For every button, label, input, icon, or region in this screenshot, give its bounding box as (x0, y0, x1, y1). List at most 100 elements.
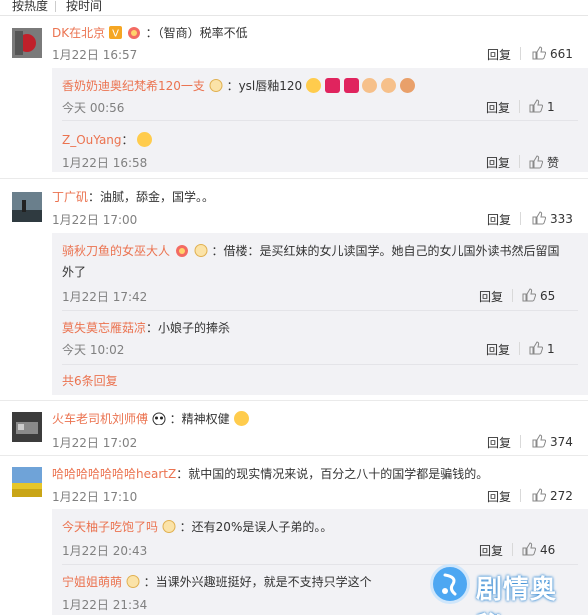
avatar[interactable] (12, 192, 42, 222)
comment-text: ：就中国的现实情况来说，百分之八十的国学都是骗钱的。 (176, 467, 489, 481)
reply-button[interactable]: 回复 (479, 288, 503, 305)
reply-button[interactable]: 回复 (487, 434, 511, 451)
reply-item: 骑秋刀鱼的女巫大人 ：借楼：是买红妹的女儿读国学。她自己的女儿国外读书然后留国 … (52, 233, 588, 311)
avatar[interactable] (12, 412, 42, 442)
view-more-replies-link[interactable]: 共6条回复 (62, 372, 118, 389)
reply-item: 今天柚子吃饱了吗 ：还有20%是误人子弟的。。 1月22日 20:43 回复 4… (52, 509, 588, 563)
comment-item: 丁广矶：油腻，舔金，国学。。 1月22日 17:00 回复 333 骑秋刀鱼的女… (0, 178, 588, 400)
action-divider (520, 212, 521, 225)
vip-badge-icon (209, 79, 223, 95)
action-divider (520, 435, 521, 448)
reply-username[interactable]: 香奶奶迪奥纪梵希120一支 (62, 79, 205, 93)
reply-time: 1月22日 17:42 (62, 290, 148, 304)
reply-item: Z_OuYang： 1月22日 16:58 回复 赞 (52, 120, 588, 172)
like-button[interactable]: 661 (532, 46, 573, 61)
comment-time: 1月22日 17:00 (52, 213, 138, 227)
reply-button[interactable]: 回复 (486, 154, 510, 171)
comment-item: DK在北京 V ：（智商）税率不低 1月22日 16:57 回复 661 香奶奶… (0, 16, 588, 186)
comment-time: 1月22日 16:57 (52, 48, 138, 62)
reply-content: 骑秋刀鱼的女巫大人 ：借楼：是买红妹的女儿读国学。她自己的女儿国外读书然后留国 (62, 242, 560, 260)
reply-list: 骑秋刀鱼的女巫大人 ：借楼：是买红妹的女儿读国学。她自己的女儿国外读书然后留国 … (52, 233, 588, 395)
reply-content: 宁姐姐萌萌 ：当课外兴趣班挺好，就是不支持只学这个 (62, 573, 372, 591)
like-count: 1 (547, 342, 555, 356)
like-button[interactable]: 65 (522, 288, 555, 303)
reply-username[interactable]: 莫失莫忘雁菇凉 (62, 321, 146, 335)
action-divider (519, 155, 520, 168)
reply-time: 今天 00:56 (62, 101, 125, 115)
like-button[interactable]: 272 (532, 488, 573, 503)
reply-button[interactable]: 回复 (479, 542, 503, 559)
action-divider (512, 543, 513, 556)
sort-by-time-tab[interactable]: 按时间 (66, 0, 102, 12)
svg-text:V: V (112, 29, 119, 40)
like-count: 1 (547, 100, 555, 114)
sort-by-hot-tab[interactable]: 按热度 (12, 0, 48, 12)
reply-text: ：还有20%是误人子弟的。。 (179, 520, 333, 534)
like-button[interactable]: 374 (532, 434, 573, 449)
reply-text: ：小娘子的捧杀 (146, 321, 231, 335)
vip-badge-icon (194, 244, 208, 260)
comment-time: 1月22日 17:10 (52, 490, 138, 504)
reply-username[interactable]: 今天柚子吃饱了吗 (62, 520, 158, 534)
like-count: 374 (550, 435, 573, 449)
reply-time: 1月22日 16:58 (62, 156, 148, 170)
reply-item: 香奶奶迪奥纪梵希120一支 ：ysl唇釉120 今天 00:56 回复 1 (52, 68, 588, 120)
reply-button[interactable]: 回复 (486, 341, 510, 358)
action-divider (520, 47, 521, 60)
vip-badge-icon (126, 575, 140, 591)
like-button[interactable]: 1 (529, 341, 555, 356)
thumb-up-icon (529, 155, 544, 169)
like-button[interactable]: 1 (529, 99, 555, 114)
comment-username[interactable]: 丁广矶 (52, 190, 88, 204)
like-count: 65 (540, 289, 556, 303)
reply-button[interactable]: 回复 (487, 46, 511, 63)
reply-text-continued: 外了 (62, 265, 87, 279)
reply-username[interactable]: 宁姐姐萌萌 (62, 575, 122, 589)
avatar[interactable] (12, 28, 42, 58)
heart-emoji-icon (343, 78, 359, 93)
reply-separator (62, 364, 578, 365)
reply-text: ：ysl唇釉120 (226, 79, 303, 93)
comment-item: 火车老司机刘师傅 ：精神权健 1月22日 17:02 回复 374 (0, 400, 588, 455)
like-button[interactable]: 46 (522, 542, 555, 557)
comment-content: 丁广矶：油腻，舔金，国学。。 (52, 188, 214, 205)
reply-text: ：借楼：是买红妹的女儿读国学。她自己的女儿国外读书然后留国 (211, 244, 560, 258)
reply-username[interactable]: Z_OuYang (62, 133, 122, 147)
reply-button[interactable]: 回复 (486, 99, 510, 116)
reply-button[interactable]: 回复 (487, 211, 511, 228)
heart-emoji-icon (324, 78, 340, 93)
action-divider (512, 289, 513, 302)
like-count: 46 (540, 543, 556, 557)
comment-text: ：精神权健 (169, 412, 230, 426)
comment-username[interactable]: 火车老司机刘师傅 (52, 412, 148, 426)
avatar[interactable] (12, 467, 42, 497)
comment-content: 火车老司机刘师傅 ：精神权健 (52, 410, 249, 428)
reply-time: 今天 10:02 (62, 343, 125, 357)
thumb-up-icon (532, 211, 547, 225)
thumb-up-icon (532, 434, 547, 448)
like-button[interactable]: 赞 (529, 154, 559, 171)
action-divider (519, 342, 520, 355)
thumb-up-icon (522, 542, 537, 556)
laughing-emoji-icon (137, 132, 153, 147)
fan-badge-icon (174, 244, 190, 260)
comment-text: ：油腻，舔金，国学。。 (88, 190, 215, 204)
reply-content: Z_OuYang： (62, 131, 153, 148)
clap-emoji-icon (381, 78, 397, 93)
comment-content: 哈哈哈哈哈哈哈heartZ：就中国的现实情况来说，百分之八十的国学都是骗钱的。 (52, 465, 488, 482)
reply-button[interactable]: 回复 (487, 488, 511, 505)
reply-text: ： (121, 133, 134, 147)
reply-username[interactable]: 骑秋刀鱼的女巫大人 (62, 244, 170, 258)
like-button[interactable]: 333 (532, 211, 573, 226)
reply-time: 1月22日 21:34 (62, 598, 148, 612)
watermark-text: 剧情奥秘 (476, 575, 558, 615)
comment-username[interactable]: 哈哈哈哈哈哈哈heartZ (52, 467, 176, 481)
comment-username[interactable]: DK在北京 (52, 26, 105, 40)
action-divider (520, 489, 521, 502)
comment-time: 1月22日 17:02 (52, 436, 138, 450)
sort-bar: 按热度 按时间 (0, 0, 588, 16)
like-count: 661 (550, 47, 573, 61)
sort-divider (55, 1, 56, 12)
grin-emoji-icon (233, 411, 249, 426)
reply-content: 香奶奶迪奥纪梵希120一支 ：ysl唇釉120 (62, 77, 416, 95)
